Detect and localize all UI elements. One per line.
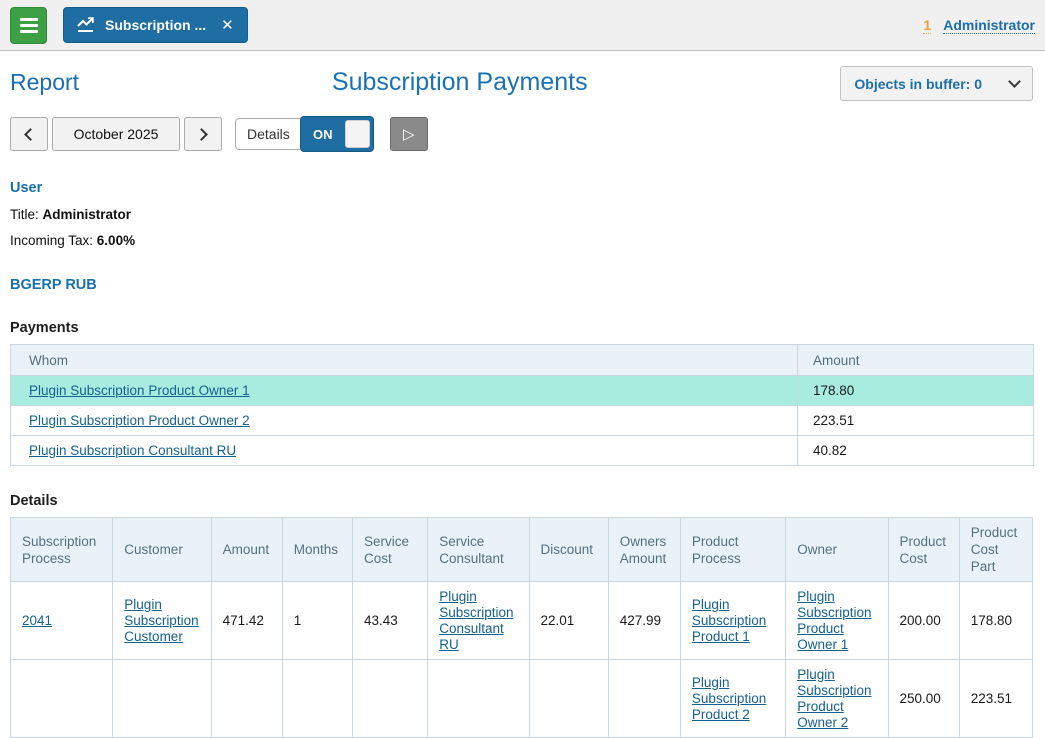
details-cell: 43.43 (352, 582, 427, 660)
chevron-left-icon (24, 128, 37, 141)
payments-row: Plugin Subscription Consultant RU 40.82 (11, 436, 1034, 466)
trend-chart-icon (77, 17, 96, 33)
details-col-header: Service Cost (352, 518, 427, 582)
chevron-down-icon (1008, 75, 1021, 88)
details-heading: Details (10, 493, 1033, 509)
details-cell (428, 660, 529, 738)
prev-month-button[interactable] (10, 117, 48, 151)
currency-heading: BGERP RUB (10, 277, 1033, 293)
payments-heading: Payments (10, 320, 1033, 336)
details-cell-link[interactable]: Plugin Subscription Customer (124, 597, 198, 644)
page-content: Report Subscription Payments Objects in … (0, 51, 1045, 738)
payments-row: Plugin Subscription Product Owner 2 223.5… (11, 406, 1034, 436)
details-col-header: Amount (211, 518, 282, 582)
details-cell-link[interactable]: 2041 (22, 613, 52, 628)
details-cell-link[interactable]: Plugin Subscription Product 1 (692, 597, 766, 644)
payments-header-row: Whom Amount (11, 345, 1034, 376)
header-row: Report Subscription Payments Objects in … (10, 66, 1033, 101)
menu-button[interactable] (10, 7, 47, 44)
details-cell (11, 660, 113, 738)
payments-row: Plugin Subscription Product Owner 1 178.8… (11, 376, 1034, 406)
buffer-count-badge[interactable]: 1 (923, 17, 931, 34)
details-cell-link[interactable]: Plugin Subscription Consultant RU (439, 589, 513, 652)
user-menu-link[interactable]: Administrator (943, 17, 1035, 34)
breadcrumb-report: Report (10, 66, 79, 96)
play-icon: ▷ (403, 125, 415, 143)
details-col-header: Discount (529, 518, 608, 582)
payments-col-whom: Whom (11, 345, 798, 376)
details-col-header: Subscription Process (11, 518, 113, 582)
toolbar: October 2025 Details ON ▷ (10, 117, 1033, 151)
details-cell (113, 660, 211, 738)
details-cell-link[interactable]: Plugin Subscription Product 2 (692, 675, 766, 722)
details-cell (211, 660, 282, 738)
tab-label: Subscription ... (105, 17, 206, 33)
details-toggle-label: Details (236, 126, 300, 142)
details-cell (282, 660, 352, 738)
details-table: Subscription Process Customer Amount Mon… (10, 517, 1033, 738)
details-cell: 200.00 (888, 582, 959, 660)
close-icon[interactable]: ✕ (221, 16, 234, 34)
details-cell: Plugin Subscription Product 1 (680, 582, 785, 660)
toggle-on-label: ON (301, 127, 345, 142)
details-cell: 471.42 (211, 582, 282, 660)
topbar: Subscription ... ✕ 1 Administrator (0, 0, 1045, 51)
details-cell: 427.99 (608, 582, 680, 660)
page-title: Subscription Payments (79, 66, 840, 97)
details-cell-link[interactable]: Plugin Subscription Product Owner 2 (797, 667, 871, 730)
details-cell (608, 660, 680, 738)
details-toggle[interactable]: ON (300, 116, 374, 152)
payment-whom-link[interactable]: Plugin Subscription Consultant RU (29, 443, 236, 458)
next-month-button[interactable] (184, 117, 222, 151)
details-col-header: Product Cost Part (959, 518, 1032, 582)
incoming-tax-value: 6.00% (97, 233, 135, 248)
payments-table: Whom Amount Plugin Subscription Product … (10, 344, 1034, 466)
details-cell-link[interactable]: Plugin Subscription Product Owner 1 (797, 589, 871, 652)
hamburger-icon (20, 18, 38, 21)
payment-amount-cell: 223.51 (798, 406, 1034, 436)
payment-amount-cell: 40.82 (798, 436, 1034, 466)
objects-in-buffer-dropdown[interactable]: Objects in buffer: 0 (840, 66, 1033, 101)
details-cell: Plugin Subscription Product 2 (680, 660, 785, 738)
details-cell: 1 (282, 582, 352, 660)
details-cell: 178.80 (959, 582, 1032, 660)
user-title-line: Title: Administrator (10, 207, 1033, 222)
user-section-heading: User (10, 180, 1033, 196)
details-cell (352, 660, 427, 738)
details-cell: 250.00 (888, 660, 959, 738)
user-title-value: Administrator (43, 207, 132, 222)
payment-amount-cell: 178.80 (798, 376, 1034, 406)
details-cell: 223.51 (959, 660, 1032, 738)
month-button[interactable]: October 2025 (52, 117, 180, 151)
details-cell: Plugin Subscription Product Owner 1 (786, 582, 888, 660)
details-col-header: Product Cost (888, 518, 959, 582)
chevron-right-icon (195, 128, 208, 141)
details-row: 2041Plugin Subscription Customer471.4214… (11, 582, 1033, 660)
details-cell: Plugin Subscription Product Owner 2 (786, 660, 888, 738)
details-col-header: Owners Amount (608, 518, 680, 582)
details-cell: 22.01 (529, 582, 608, 660)
buffer-dropdown-label: Objects in buffer: 0 (854, 76, 982, 92)
run-report-button[interactable]: ▷ (390, 117, 428, 151)
incoming-tax-line: Incoming Tax: 6.00% (10, 233, 1033, 248)
details-row: Plugin Subscription Product 2 Plugin Subs… (11, 660, 1033, 738)
details-toggle-group: Details ON (235, 118, 374, 150)
details-cell: Plugin Subscription Consultant RU (428, 582, 529, 660)
details-cell: Plugin Subscription Customer (113, 582, 211, 660)
details-cell (529, 660, 608, 738)
details-cell: 2041 (11, 582, 113, 660)
payment-whom-link[interactable]: Plugin Subscription Product Owner 2 (29, 413, 250, 428)
payment-whom-link[interactable]: Plugin Subscription Product Owner 1 (29, 383, 250, 398)
details-col-header: Service Consultant (428, 518, 529, 582)
details-col-header: Customer (113, 518, 211, 582)
payments-col-amount: Amount (798, 345, 1034, 376)
details-header-row: Subscription Process Customer Amount Mon… (11, 518, 1033, 582)
details-col-header: Product Process (680, 518, 785, 582)
tab-subscription-payments[interactable]: Subscription ... ✕ (63, 7, 248, 43)
details-col-header: Months (282, 518, 352, 582)
toggle-knob (345, 120, 370, 148)
details-col-header: Owner (786, 518, 888, 582)
